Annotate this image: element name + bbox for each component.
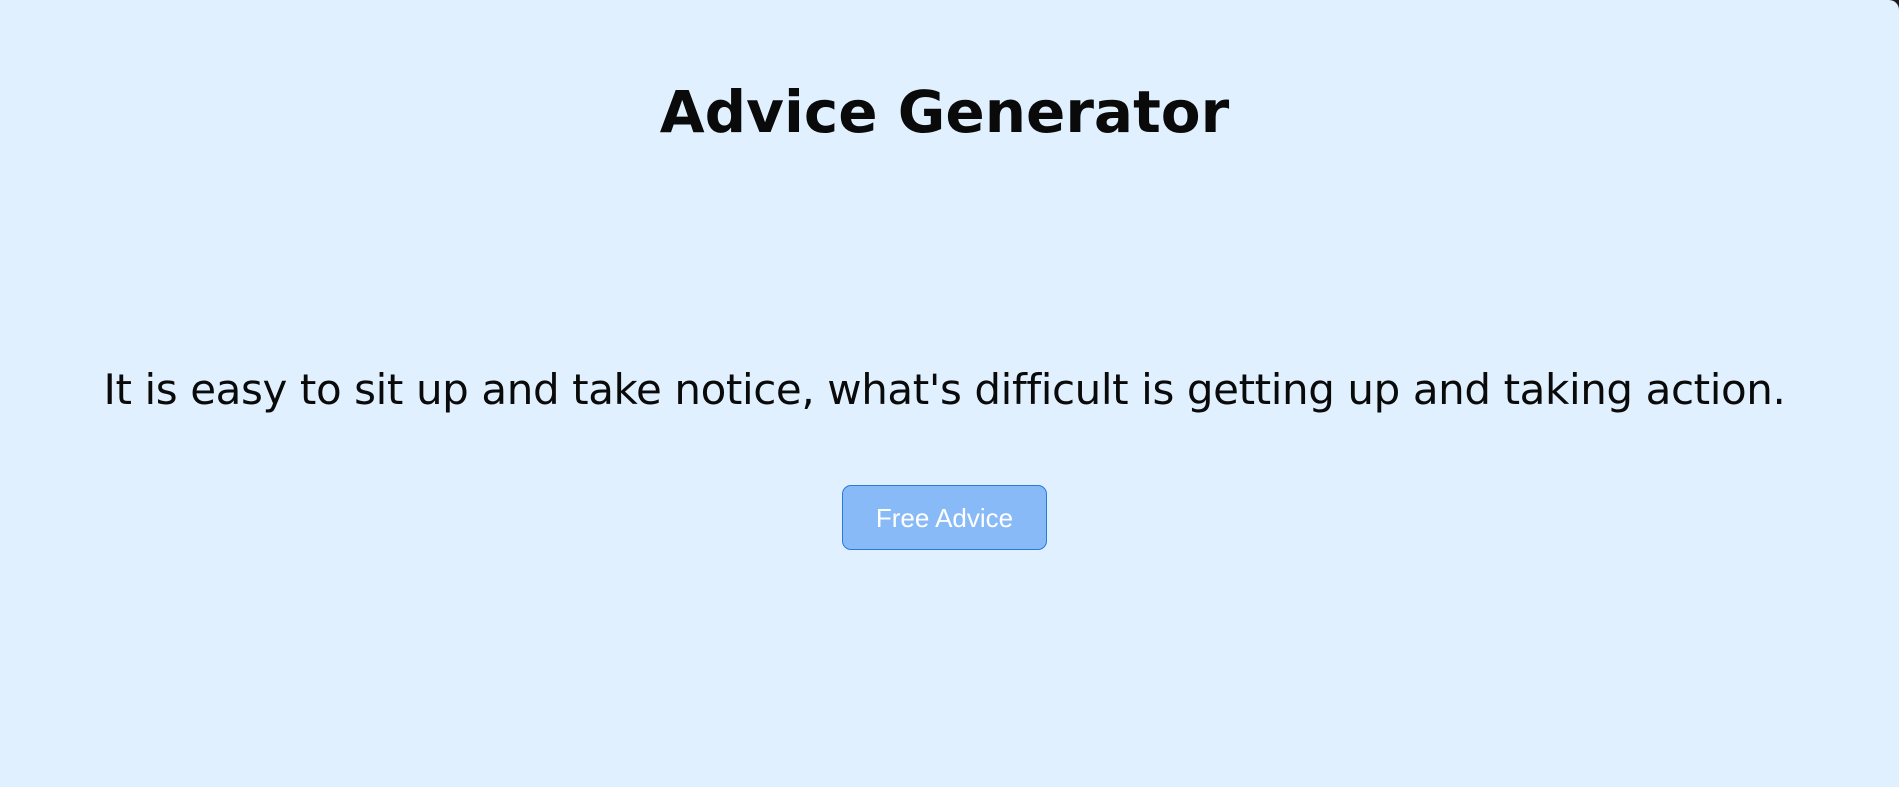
advice-text: It is easy to sit up and take notice, wh… [103, 365, 1786, 414]
free-advice-button[interactable]: Free Advice [842, 485, 1047, 550]
app-panel: Advice Generator It is easy to sit up an… [0, 0, 1899, 787]
page-title: Advice Generator [659, 78, 1230, 146]
